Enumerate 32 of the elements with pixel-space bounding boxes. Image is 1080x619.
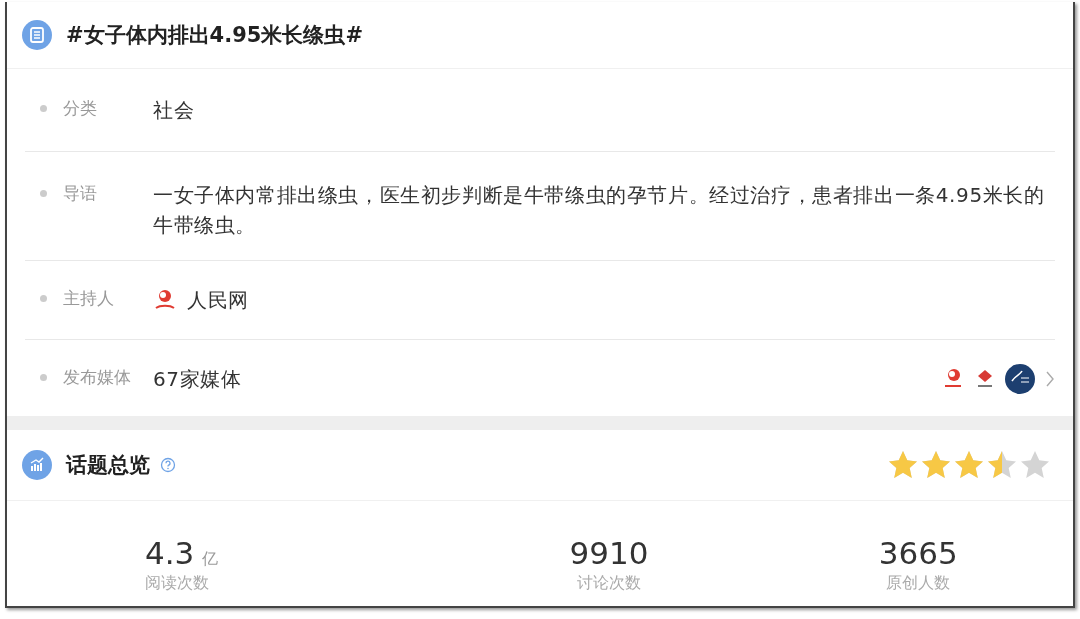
star-icon [953,449,985,481]
media-count: 67家媒体 [153,366,242,393]
field-value: 一女子体内常排出绦虫，医生初步判断是牛带绦虫的孕节片。经过治疗，患者排出一条4.95米长的牛带绦虫。 [153,182,1046,239]
list-icon [22,20,52,50]
help-icon[interactable] [160,457,176,473]
chart-icon [22,450,52,480]
field-label: 主持人 [63,287,115,310]
bullet-icon [40,295,47,302]
stat-unit: 亿 [202,549,219,570]
star-icon [920,449,952,481]
logo-icon [1005,364,1035,394]
section-title: 话题总览 [66,452,150,479]
star-icon [1019,449,1051,481]
stat-label: 原创人数 [886,573,951,594]
star-icon [986,449,1018,481]
topic-title: #女子体内排出4.95米长绦虫# [66,22,363,49]
bullet-icon [40,190,47,197]
stat-value: 9910 [569,535,649,571]
stat-label: 阅读次数 [145,573,209,594]
field-label: 导语 [63,182,98,205]
logo-icon [153,288,177,312]
field-label: 发布媒体 [63,366,132,389]
chevron-right-icon[interactable] [1045,370,1055,388]
host-name[interactable]: 人民网 [187,285,249,315]
stat-value: 3665 [878,535,958,571]
stat-value: 4.3 [145,535,195,571]
stat-label: 讨论次数 [577,573,641,594]
field-value: 社会 [153,97,195,124]
bullet-icon [40,374,47,381]
field-label: 分类 [63,97,98,120]
star-icon [887,449,919,481]
bullet-icon [40,105,47,112]
